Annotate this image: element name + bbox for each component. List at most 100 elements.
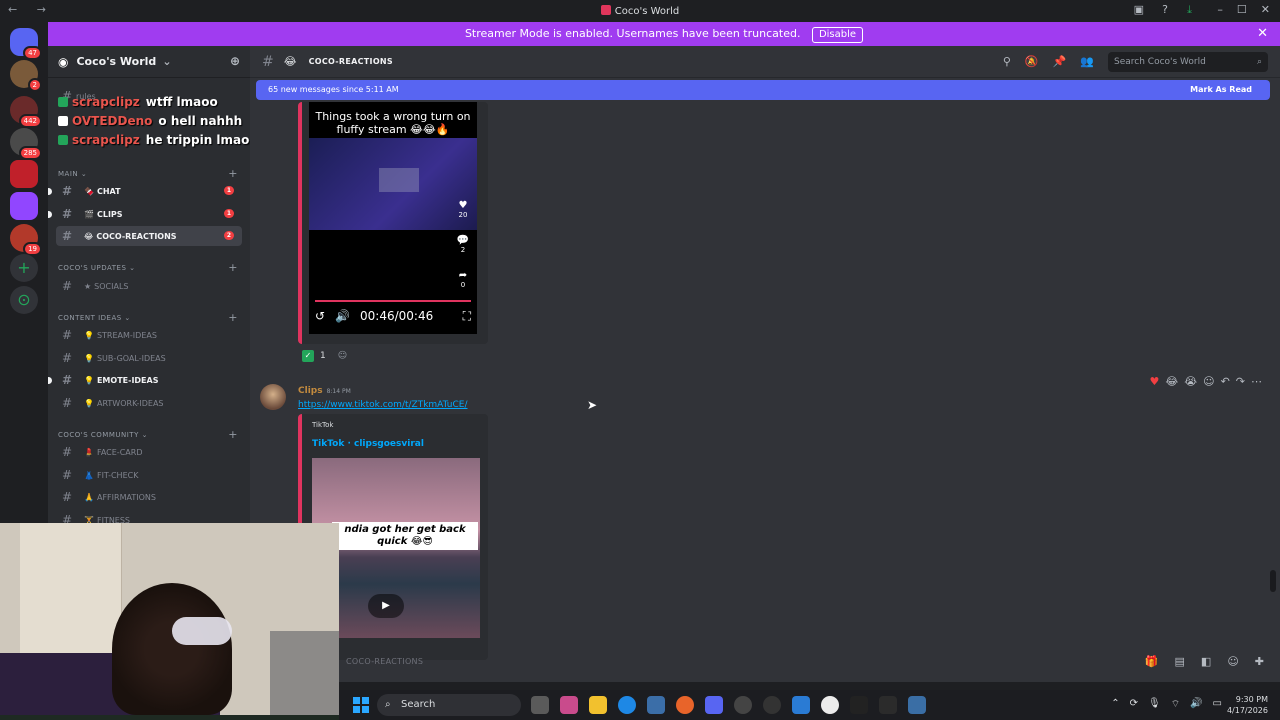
window-title: Coco's World <box>0 5 1280 17</box>
heart-reaction-icon[interactable]: ♥ <box>1150 375 1160 388</box>
threads-icon[interactable]: ⚲ <box>1003 55 1011 68</box>
comment-icon[interactable]: 💬 2 <box>455 235 471 254</box>
emoji-icon[interactable]: ☺ <box>1227 655 1238 668</box>
server-name: Coco's World <box>76 55 157 68</box>
direct-messages-button[interactable]: 47 <box>10 28 42 60</box>
channel-emote-ideas[interactable]: # 💡 EMOTE-IDEAS <box>48 370 242 390</box>
channel-coco-reactions[interactable]: # 😂 COCO-REACTIONS 2 <box>56 226 242 246</box>
system-tray: ⌃ ⟳ 🎙 ⌔ 🔊 ▭ <box>1111 698 1222 711</box>
add-reaction-icon[interactable]: ☺ <box>1203 375 1214 388</box>
volume-icon[interactable]: 🔊 <box>335 309 350 323</box>
terminal-icon[interactable] <box>850 696 868 714</box>
avatar[interactable] <box>260 384 286 410</box>
app-icon[interactable] <box>560 696 578 714</box>
video-progress[interactable] <box>315 300 471 302</box>
share-icon[interactable]: ➦ 0 <box>455 270 471 289</box>
video-player[interactable]: Things took a wrong turn on fluffy strea… <box>309 102 477 334</box>
reply-icon[interactable]: ↶ <box>1221 375 1230 388</box>
maximize-button[interactable]: ☐ <box>1237 3 1247 16</box>
laugh-reaction-icon[interactable]: 😂 <box>1165 375 1178 388</box>
store-icon[interactable] <box>647 696 665 714</box>
add-reaction-icon[interactable]: ☺ <box>334 348 350 364</box>
add-server-icon[interactable]: + <box>10 254 38 282</box>
taskbar-search[interactable]: ⌕ Search <box>377 694 521 716</box>
gift-icon[interactable]: 🎁 <box>1145 655 1159 668</box>
search-icon: ⌕ <box>1256 57 1262 67</box>
channel-fit-check[interactable]: # 👗 FIT-CHECK <box>56 465 242 485</box>
message-author[interactable]: Clips 8:14 PM <box>298 386 351 396</box>
taskbar-apps <box>531 696 926 714</box>
message-link[interactable]: https://www.tiktok.com/t/ZTkmATuCE/ <box>298 400 467 410</box>
channel-clips[interactable]: # 🎬 CLIPS 1 <box>48 204 242 224</box>
new-messages-bar[interactable]: 65 new messages since 5:11 AM Mark As Re… <box>256 80 1270 100</box>
battery-icon[interactable]: ▭ <box>1213 698 1222 711</box>
add-channel-icon[interactable]: + <box>228 428 238 441</box>
volume-icon[interactable]: 🔊 <box>1190 698 1202 711</box>
obs-icon[interactable] <box>734 696 752 714</box>
close-icon[interactable]: ✕ <box>1257 22 1268 46</box>
firefox-icon[interactable] <box>676 696 694 714</box>
edge-icon[interactable] <box>618 696 636 714</box>
sticker-icon[interactable]: ◧ <box>1201 655 1211 668</box>
inbox-icon[interactable]: ▣ <box>1134 3 1144 16</box>
message-composer[interactable]: COCO-REACTIONS 🎁 ▤ ◧ ☺ ✚ <box>250 650 1280 676</box>
add-channel-icon[interactable]: + <box>228 311 238 324</box>
disable-button[interactable]: Disable <box>811 27 864 43</box>
channel-socials[interactable]: # ★ SOCIALS <box>56 276 242 296</box>
explore-icon[interactable]: ⊙ <box>10 286 38 314</box>
channel-sub-goal-ideas[interactable]: # 💡 SUB-GOAL-IDEAS <box>56 348 242 368</box>
discord-icon[interactable] <box>705 696 723 714</box>
close-button[interactable]: ✕ <box>1261 3 1270 16</box>
epic-games-icon[interactable] <box>879 696 897 714</box>
monitor-icon[interactable] <box>908 696 926 714</box>
download-icon[interactable]: ⤓ <box>1187 3 1192 17</box>
thumbnail-caption: ndia got her get back quick 😂😎 <box>332 522 478 550</box>
embed-title[interactable]: TikTok · clipsgoesviral <box>312 439 424 449</box>
cry-reaction-icon[interactable]: 😭 <box>1184 375 1197 388</box>
chatgpt-icon[interactable] <box>821 696 839 714</box>
task-view-icon[interactable] <box>531 696 549 714</box>
file-explorer-icon[interactable] <box>589 696 607 714</box>
overlay-message: scrapclipz wtff lmaoo <box>58 95 218 113</box>
reaction-check[interactable]: ✓ 1 <box>298 348 330 364</box>
channel-stream-ideas[interactable]: # 💡 STREAM-IDEAS <box>56 325 242 345</box>
sync-icon[interactable]: ⟳ <box>1130 698 1138 711</box>
server-header[interactable]: ◉ Coco's World ⌄ ⊕ <box>48 46 250 78</box>
clock[interactable]: 9:30 PM 4/17/2026 <box>1227 694 1268 716</box>
media-icon[interactable] <box>763 696 781 714</box>
forward-icon[interactable]: ↷ <box>1236 375 1245 388</box>
wifi-icon[interactable]: ⌔ <box>1171 698 1180 711</box>
scrollbar[interactable] <box>1270 570 1276 592</box>
add-channel-icon[interactable]: + <box>228 261 238 274</box>
chevron-up-icon[interactable]: ⌃ <box>1111 698 1119 711</box>
replay-icon[interactable]: ↺ <box>315 309 325 323</box>
server-icon-5[interactable] <box>10 192 38 220</box>
add-person-icon[interactable]: ⊕ <box>230 54 240 68</box>
add-channel-icon[interactable]: + <box>228 167 238 180</box>
help-icon[interactable]: ? <box>1162 3 1168 16</box>
gif-icon[interactable]: ▤ <box>1175 655 1185 668</box>
search-input[interactable]: Search Coco's World ⌕ <box>1108 52 1268 72</box>
notification-bell-icon[interactable]: 🔕 <box>1025 55 1039 68</box>
channel-artwork-ideas[interactable]: # 💡 ARTWORK-IDEAS <box>56 393 242 413</box>
channel-affirmations[interactable]: # 🙏 AFFIRMATIONS <box>56 487 242 507</box>
mic-icon[interactable]: 🎙 <box>1148 698 1161 711</box>
minimize-button[interactable]: – <box>1217 3 1223 16</box>
server-icon-4[interactable] <box>10 160 38 188</box>
members-icon[interactable]: 👥 <box>1080 55 1094 68</box>
play-icon[interactable]: ▶ <box>368 594 404 618</box>
windows-start-icon[interactable] <box>353 697 369 713</box>
pin-icon[interactable]: 📌 <box>1053 55 1067 68</box>
channel-face-card[interactable]: # 💄 FACE-CARD <box>56 442 242 462</box>
server-icon-2[interactable]: 442 <box>10 96 42 128</box>
channel-chat[interactable]: # 🍫 CHAT 1 <box>48 181 242 201</box>
vscode-icon[interactable] <box>792 696 810 714</box>
mark-as-read-button[interactable]: Mark As Read <box>1190 80 1252 100</box>
server-icon-3[interactable]: 285 <box>10 128 42 160</box>
server-icon-6[interactable]: 19 <box>10 224 42 256</box>
apps-icon[interactable]: ✚ <box>1255 655 1264 668</box>
more-icon[interactable]: ⋯ <box>1251 375 1262 388</box>
fullscreen-icon[interactable]: ⛶ <box>463 309 471 324</box>
server-icon-1[interactable]: 2 <box>10 60 42 92</box>
like-icon[interactable]: ♥ 20 <box>455 200 471 219</box>
